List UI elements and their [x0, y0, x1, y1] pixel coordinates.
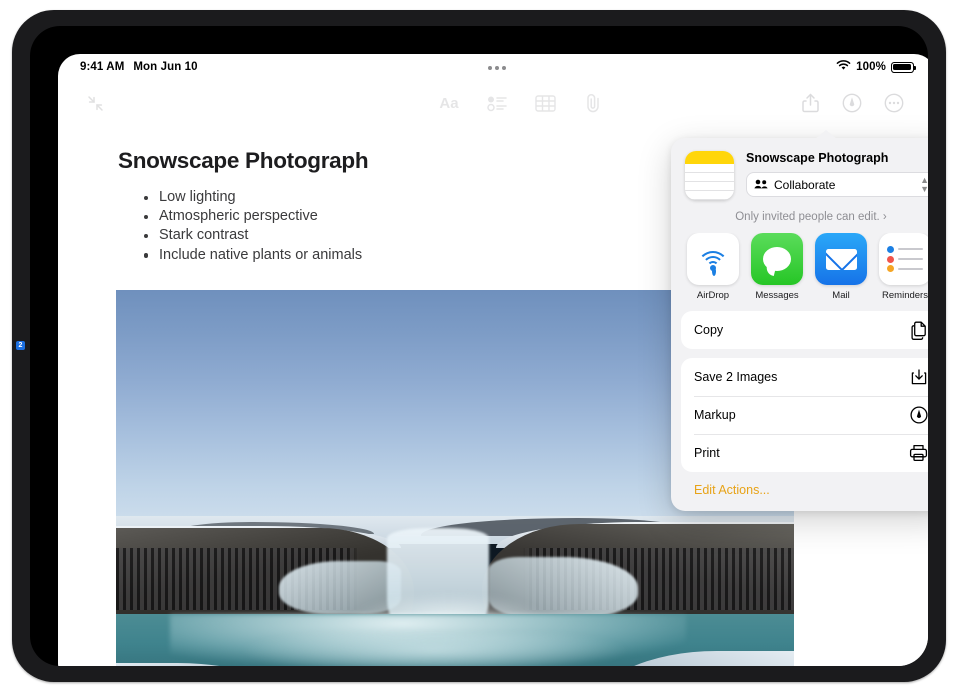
note-toolbar: Aa	[58, 80, 928, 126]
chevron-up-down-icon: ▲▼	[920, 176, 928, 194]
reminders-app-icon	[879, 233, 928, 285]
action-label: Markup	[694, 408, 736, 422]
share-target-label: AirDrop	[687, 290, 739, 301]
action-copy[interactable]: Copy	[681, 311, 928, 349]
collapse-arrows-icon[interactable]	[80, 88, 110, 118]
wifi-icon	[836, 60, 851, 74]
status-time: 9:41 AM	[80, 61, 124, 73]
share-actions-group-primary: Copy	[681, 311, 928, 349]
status-bar-left: 9:41 AM Mon Jun 10	[80, 61, 198, 73]
battery-full-icon	[891, 62, 914, 73]
note-bullet-list: Low lighting Atmospheric perspective Sta…	[142, 188, 362, 265]
paperclip-attach-icon[interactable]	[578, 88, 608, 118]
device-bezel: 9:41 AM Mon Jun 10	[30, 26, 928, 666]
share-permission-row[interactable]: Only invited people can edit. ›	[671, 210, 928, 233]
action-markup[interactable]: Markup	[681, 396, 928, 434]
list-item[interactable]: Atmospheric perspective	[142, 207, 362, 226]
page-title: Snowscape Photograph	[118, 148, 368, 174]
copy-documents-icon	[911, 321, 928, 340]
share-target-label: Mail	[815, 290, 867, 301]
multitasking-dots-icon[interactable]	[488, 66, 506, 70]
share-icon[interactable]	[795, 88, 825, 118]
list-item[interactable]: Include native plants or animals	[142, 246, 362, 265]
mail-app-icon	[815, 233, 867, 285]
compose-new-note-icon[interactable]	[921, 88, 928, 118]
format-aa-icon[interactable]: Aa	[434, 88, 464, 118]
status-bar-right: 100%	[836, 60, 914, 74]
markup-pen-circle-icon[interactable]	[837, 88, 867, 118]
action-label: Print	[694, 446, 720, 460]
photo-foam-secondary	[238, 634, 631, 666]
share-sheet-pointer	[815, 130, 837, 139]
action-save-images[interactable]: Save 2 Images	[681, 358, 928, 396]
people-group-icon	[754, 178, 768, 192]
action-print[interactable]: Print	[681, 434, 928, 472]
ipad-screen: 9:41 AM Mon Jun 10	[58, 54, 928, 666]
list-item[interactable]: Low lighting	[142, 188, 362, 207]
list-item[interactable]: Stark contrast	[142, 226, 362, 245]
printer-icon	[909, 444, 928, 462]
notes-app-icon	[685, 151, 734, 200]
share-target-reminders[interactable]: Reminders	[879, 233, 928, 301]
status-date: Mon Jun 10	[133, 61, 197, 73]
checklist-icon[interactable]	[482, 88, 512, 118]
airdrop-icon	[687, 233, 739, 285]
action-label: Save 2 Images	[694, 370, 777, 384]
share-actions-group-secondary: Save 2 Images Markup	[681, 358, 928, 472]
ipad-device-frame: 9:41 AM Mon Jun 10	[12, 10, 946, 682]
share-target-messages[interactable]: Messages	[751, 233, 803, 301]
status-bar: 9:41 AM Mon Jun 10	[58, 54, 928, 80]
table-icon[interactable]	[530, 88, 560, 118]
action-label: Copy	[694, 323, 723, 337]
chevron-right-icon: ›	[883, 211, 887, 223]
collaborate-dropdown[interactable]: Collaborate ▲▼	[746, 172, 928, 197]
battery-percent-label: 100%	[856, 61, 886, 73]
share-target-label: Reminders	[879, 290, 928, 301]
share-sheet: Snowscape Photograph Collaborate ▲▼	[671, 138, 928, 511]
save-download-icon	[910, 368, 928, 386]
share-permission-label: Only invited people can edit.	[735, 211, 879, 223]
collaborate-label: Collaborate	[774, 178, 835, 192]
share-target-label: Messages	[751, 290, 803, 301]
share-target-airdrop[interactable]: AirDrop	[687, 233, 739, 301]
markup-pen-circle-icon	[910, 406, 928, 424]
share-document-title: Snowscape Photograph	[746, 151, 928, 165]
more-ellipsis-circle-icon[interactable]	[879, 88, 909, 118]
edit-actions-button[interactable]: Edit Actions...	[671, 481, 928, 501]
share-sheet-header: Snowscape Photograph Collaborate ▲▼	[671, 138, 928, 210]
share-app-row: AirDrop Messages M	[671, 233, 928, 311]
annotation-callout-marker: 2	[16, 341, 25, 350]
messages-app-icon	[751, 233, 803, 285]
share-target-mail[interactable]: Mail	[815, 233, 867, 301]
